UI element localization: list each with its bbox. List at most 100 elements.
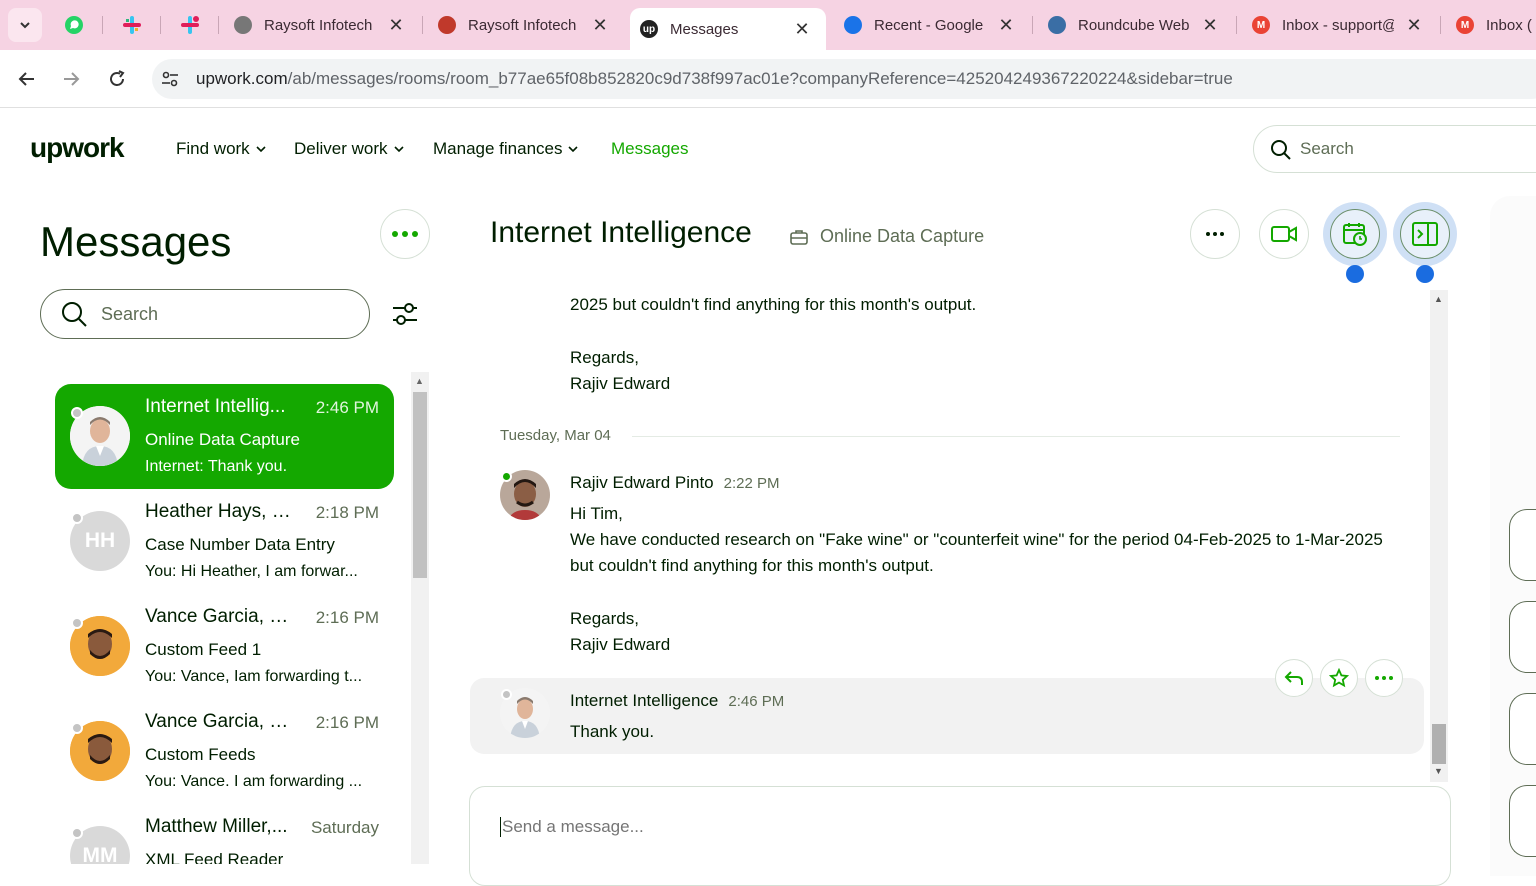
site-info-icon[interactable] (160, 69, 180, 94)
nav-label: Messages (611, 139, 689, 158)
back-button[interactable] (10, 62, 44, 96)
sidebar-action-button[interactable] (1509, 509, 1536, 581)
video-call-button[interactable] (1259, 209, 1309, 259)
chat-title[interactable]: Internet Intelligence (490, 216, 752, 250)
message-scrollbar[interactable]: ▲ ▼ (1430, 290, 1448, 782)
tab-search-button[interactable] (8, 8, 42, 42)
arrow-left-icon (18, 72, 34, 86)
forward-button[interactable] (54, 62, 88, 96)
pinned-tab-slack-1[interactable] (108, 8, 156, 42)
whatsapp-icon (65, 16, 83, 34)
sidebar-action-button[interactable] (1509, 785, 1536, 857)
message-text: Rajiv Edward (570, 635, 671, 654)
slack-icon (181, 16, 199, 34)
nav-manage-finances[interactable]: Manage finances (433, 139, 579, 159)
conversation-item[interactable]: MM Matthew Miller,... Saturday XML Feed … (55, 804, 394, 864)
more-horizontal-icon (1375, 676, 1393, 680)
upwork-favicon-icon: up (640, 20, 658, 38)
tab-roundcube[interactable]: Roundcube Webm ✕ (1038, 8, 1234, 42)
tab-google-drive[interactable]: Recent - Google D ✕ (834, 8, 1030, 42)
nav-messages[interactable]: Messages (611, 139, 688, 159)
url-host: upwork.com (196, 69, 288, 88)
messages-more-button[interactable] (380, 209, 430, 259)
messages-heading: Messages (40, 218, 232, 265)
sidebar-action-button[interactable] (1509, 693, 1536, 765)
scroll-up-icon[interactable]: ▲ (415, 376, 424, 386)
close-icon[interactable]: ✕ (386, 15, 406, 36)
tab-title: Raysoft Infotech | (264, 16, 376, 34)
message-text: Regards, (570, 348, 639, 367)
chevron-down-icon (393, 146, 404, 153)
tab-title: Recent - Google D (874, 16, 986, 34)
video-camera-icon (1271, 226, 1297, 242)
scrollbar-thumb[interactable] (1432, 724, 1446, 764)
message-more-button[interactable] (1365, 659, 1403, 697)
conversation-search-input[interactable]: Search (40, 289, 370, 339)
conversation-name: Matthew Miller,... (145, 816, 288, 837)
conversation-name: Heather Hays, N... (145, 501, 295, 522)
divider (632, 436, 1400, 437)
chat-contract[interactable]: Online Data Capture (790, 226, 984, 247)
close-icon[interactable]: ✕ (1404, 15, 1424, 36)
scroll-down-icon[interactable]: ▼ (1434, 766, 1443, 776)
close-icon[interactable]: ✕ (996, 15, 1016, 36)
tab-gmail-support[interactable]: M Inbox - support@ ✕ (1242, 8, 1438, 42)
raysoft-icon (438, 16, 456, 34)
pinned-tab-whatsapp[interactable] (50, 8, 98, 42)
filter-icon[interactable] (391, 300, 419, 328)
avatar-initials: MM (82, 844, 118, 864)
reload-button[interactable] (100, 62, 134, 96)
star-button[interactable] (1320, 659, 1358, 697)
reply-icon (1284, 671, 1303, 685)
upwork-logo[interactable]: upwork (30, 132, 125, 164)
conversation-snippet: You: Vance. I am forwarding ... (145, 773, 363, 790)
scrollbar-thumb[interactable] (413, 392, 427, 578)
offline-status-dot (71, 722, 83, 734)
tab-title: Inbox - support@ (1282, 16, 1394, 34)
tab-title: Messages (670, 20, 739, 38)
address-bar[interactable]: upwork.com/ab/messages/rooms/room_b77ae6… (152, 59, 1536, 99)
calendar-clock-icon (1343, 223, 1367, 246)
scroll-up-icon[interactable]: ▲ (1434, 294, 1443, 304)
message-text: We have conducted research on "Fake wine… (570, 530, 1383, 575)
toggle-sidebar-button[interactable] (1393, 202, 1457, 266)
search-icon (62, 302, 87, 327)
header-search-input[interactable]: Search (1253, 125, 1536, 173)
tab-raysoft-1[interactable]: Raysoft Infotech | ✕ (224, 8, 420, 42)
nav-label: Manage finances (433, 139, 563, 158)
close-icon[interactable]: ✕ (792, 19, 812, 40)
chevron-down-icon (20, 22, 30, 29)
close-icon[interactable]: ✕ (1200, 15, 1220, 36)
message-input[interactable] (500, 817, 1400, 837)
reply-button[interactable] (1275, 659, 1313, 697)
gmail-icon: M (1456, 16, 1474, 34)
conversation-item[interactable]: Vance Garcia, 12... 2:16 PM Custom Feed … (55, 594, 394, 699)
sidebar-action-button[interactable] (1509, 601, 1536, 673)
conversation-scrollbar[interactable]: ▲ (411, 372, 429, 864)
tab-title: Raysoft Infotech | (468, 16, 580, 34)
conversation-item[interactable]: Vance Garcia, 12... 2:16 PM Custom Feeds… (55, 699, 394, 804)
conversation-item[interactable]: HH Heather Hays, N... 2:18 PM Case Numbe… (55, 489, 394, 594)
gmail-icon: M (1252, 16, 1270, 34)
conversation-name: Internet Intellig... (145, 396, 286, 417)
conversation-time: 2:18 PM (315, 503, 379, 522)
chevron-down-icon (256, 146, 266, 153)
nav-find-work[interactable]: Find work (176, 139, 267, 159)
chevron-down-icon (568, 146, 579, 153)
tab-messages[interactable]: up Messages ✕ (630, 8, 826, 50)
sender-name[interactable]: Rajiv Edward Pinto (570, 473, 714, 492)
tab-raysoft-2[interactable]: Raysoft Infotech | ✕ (428, 8, 624, 42)
google-drive-icon (844, 16, 862, 34)
schedule-meeting-button[interactable] (1323, 202, 1387, 266)
sender-name[interactable]: Internet Intelligence (570, 691, 718, 710)
close-icon[interactable]: ✕ (590, 15, 610, 36)
chat-more-button[interactable] (1190, 209, 1240, 259)
globe-icon (234, 16, 252, 34)
tab-gmail-inbox[interactable]: M Inbox (3 (1446, 8, 1536, 42)
conversation-item[interactable]: Internet Intellig... 2:46 PM Online Data… (55, 384, 394, 489)
pinned-tab-slack-2[interactable] (166, 8, 214, 42)
conversation-time: Saturday (310, 818, 379, 837)
nav-deliver-work[interactable]: Deliver work (294, 139, 405, 159)
chat-subtitle: Online Data Capture (820, 226, 985, 246)
avatar-initials: HH (84, 529, 116, 552)
